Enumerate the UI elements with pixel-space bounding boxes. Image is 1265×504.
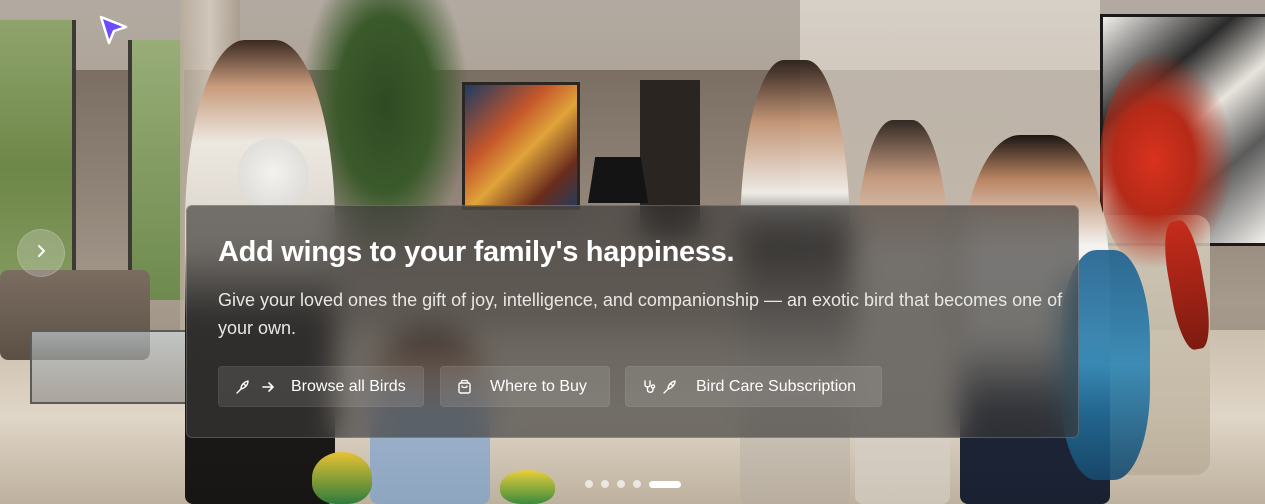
arrow-right-icon	[261, 380, 275, 394]
background-painting	[462, 82, 580, 210]
shopping-bag-icon	[457, 379, 472, 394]
background-lamp	[588, 157, 648, 203]
photo-cockatoo	[238, 138, 308, 208]
carousel-indicators	[585, 480, 681, 488]
where-to-buy-button[interactable]: Where to Buy	[440, 366, 610, 407]
carousel-dot-4[interactable]	[633, 480, 641, 488]
browse-all-birds-button[interactable]: Browse all Birds	[218, 366, 424, 407]
photo-macaw	[500, 470, 555, 504]
browse-all-birds-label: Browse all Birds	[291, 377, 406, 395]
chevron-right-icon	[34, 244, 48, 263]
stethoscope-icon	[642, 379, 658, 395]
carousel-dot-1[interactable]	[585, 480, 593, 488]
background-window	[128, 40, 184, 300]
carousel-dot-3[interactable]	[617, 480, 625, 488]
pointer-cursor-icon	[98, 15, 130, 45]
hero-banner: Add wings to your family's happiness. Gi…	[0, 0, 1265, 504]
bird-care-subscription-button[interactable]: Bird Care Subscription	[625, 366, 882, 407]
hero-subtitle: Give your loved ones the gift of joy, in…	[218, 290, 1063, 338]
hero-title: Add wings to your family's happiness.	[218, 236, 735, 268]
carousel-dot-2[interactable]	[601, 480, 609, 488]
where-to-buy-label: Where to Buy	[490, 377, 587, 395]
photo-macaw	[312, 452, 372, 504]
hero-card: Add wings to your family's happiness. Gi…	[186, 205, 1079, 438]
bird-icon	[235, 379, 251, 395]
bird-care-subscription-label: Bird Care Subscription	[696, 377, 857, 395]
carousel-next-button[interactable]	[17, 229, 65, 277]
background-coffee-table	[30, 330, 194, 404]
carousel-dot-5-active[interactable]	[649, 480, 681, 488]
bird-icon	[662, 379, 678, 395]
